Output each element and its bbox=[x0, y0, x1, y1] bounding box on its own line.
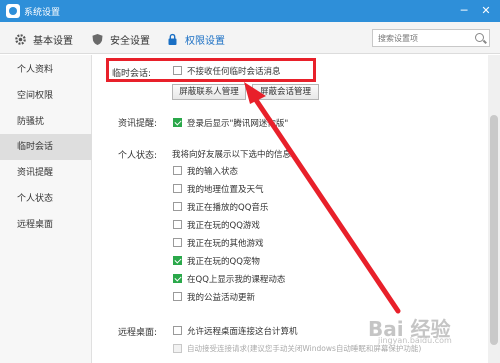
sidebar-item-space-permission[interactable]: 空间权限 bbox=[0, 83, 92, 109]
watermark-url: jingyan.baidu.com bbox=[378, 336, 452, 345]
remote-allow-checkbox[interactable] bbox=[173, 326, 182, 335]
status-option-typing[interactable]: 我的输入状态 bbox=[187, 165, 238, 177]
sidebar-item-personal-status[interactable]: 个人状态 bbox=[0, 186, 92, 212]
gear-icon bbox=[14, 33, 27, 46]
highlight-box bbox=[106, 58, 316, 82]
sidebar-item-news-reminder[interactable]: 资讯提醒 bbox=[0, 160, 92, 186]
minimize-button[interactable]: ─ bbox=[456, 3, 472, 19]
title-bar: 系统设置 ─ ✕ bbox=[0, 0, 500, 22]
status-checkbox-qq-pet[interactable] bbox=[173, 256, 182, 265]
lock-icon bbox=[166, 33, 179, 46]
sidebar-item-profile[interactable]: 个人资料 bbox=[0, 57, 92, 83]
status-option-music[interactable]: 我正在播放的QQ音乐 bbox=[187, 201, 268, 213]
tab-label: 权限设置 bbox=[185, 35, 225, 47]
status-checkbox-other-game[interactable] bbox=[173, 238, 182, 247]
status-checkbox-course[interactable] bbox=[173, 274, 182, 283]
status-checkbox-charity[interactable] bbox=[173, 292, 182, 301]
tab-bar: 基本设置 安全设置 权限设置 bbox=[0, 22, 500, 54]
block-sessions-manage-button[interactable]: 屏蔽会话管理 bbox=[252, 84, 319, 100]
status-option-course[interactable]: 在QQ上显示我的课程动态 bbox=[187, 273, 285, 285]
status-checkbox-typing[interactable] bbox=[173, 166, 182, 175]
status-option-qq-game[interactable]: 我正在玩的QQ游戏 bbox=[187, 219, 260, 231]
status-checkbox-location[interactable] bbox=[173, 184, 182, 193]
search-icon[interactable] bbox=[475, 33, 484, 42]
status-option-location[interactable]: 我的地理位置及天气 bbox=[187, 183, 264, 195]
remote-desktop-label: 远程桌面: bbox=[118, 328, 158, 338]
remote-allow-option[interactable]: 允许远程桌面连接这台计算机 bbox=[187, 325, 298, 337]
close-button[interactable]: ✕ bbox=[478, 3, 494, 19]
personal-status-intro: 我将向好友展示以下选中的信息: bbox=[172, 150, 294, 160]
tab-basic-settings[interactable]: 基本设置 bbox=[14, 31, 73, 47]
block-contacts-manage-button[interactable]: 屏蔽联系人管理 bbox=[172, 84, 246, 100]
tab-label: 安全设置 bbox=[110, 35, 150, 47]
window-title: 系统设置 bbox=[24, 8, 61, 18]
status-option-qq-pet[interactable]: 我正在玩的QQ宠物 bbox=[187, 255, 260, 267]
news-mini-option[interactable]: 登录后显示"腾讯网迷你版" bbox=[187, 117, 288, 129]
sidebar: 个人资料 空间权限 防骚扰 临时会话 资讯提醒 个人状态 远程桌面 bbox=[0, 55, 92, 363]
tab-label: 基本设置 bbox=[33, 35, 73, 47]
status-checkbox-qq-game[interactable] bbox=[173, 220, 182, 229]
sidebar-item-remote-desktop[interactable]: 远程桌面 bbox=[0, 212, 92, 238]
search-box[interactable] bbox=[372, 29, 490, 47]
search-input[interactable] bbox=[373, 30, 469, 46]
sidebar-item-anti-harassment[interactable]: 防骚扰 bbox=[0, 109, 92, 135]
remote-auto-accept-checkbox[interactable] bbox=[173, 344, 182, 353]
news-mini-checkbox[interactable] bbox=[173, 118, 182, 127]
app-logo-icon bbox=[6, 4, 20, 18]
tab-permission-settings[interactable]: 权限设置 bbox=[166, 31, 225, 47]
status-option-other-game[interactable]: 我正在玩的其他游戏 bbox=[187, 237, 264, 249]
news-reminder-label: 资讯提醒: bbox=[118, 119, 158, 129]
shield-icon bbox=[91, 33, 104, 46]
scrollbar-thumb[interactable] bbox=[490, 115, 498, 345]
status-option-charity[interactable]: 我的公益活动更新 bbox=[187, 291, 255, 303]
tab-security-settings[interactable]: 安全设置 bbox=[91, 31, 150, 47]
status-checkbox-music[interactable] bbox=[173, 202, 182, 211]
scrollbar[interactable] bbox=[488, 55, 500, 363]
sidebar-item-temp-session[interactable]: 临时会话 bbox=[0, 134, 92, 160]
personal-status-label: 个人状态: bbox=[118, 151, 158, 161]
